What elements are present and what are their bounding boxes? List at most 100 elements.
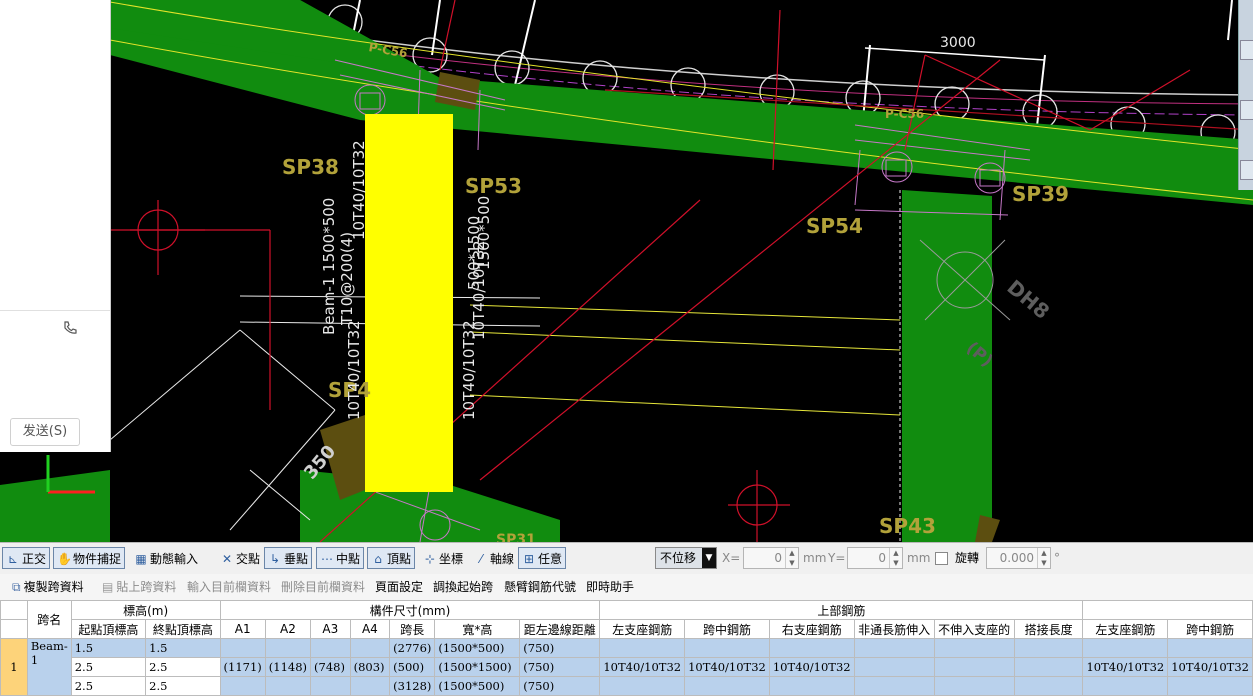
table-cell[interactable] <box>1082 676 1169 696</box>
cantilever-rebar-code-button[interactable]: 懸臂鋼筋代號 <box>504 574 576 600</box>
table-cell[interactable] <box>599 676 686 696</box>
delete-column-data-button[interactable]: 刪除目前欄資料 <box>281 574 365 600</box>
page-setup-button[interactable]: 頁面設定 <box>375 574 423 600</box>
side-tool-3[interactable] <box>1240 160 1253 180</box>
row-number-cell[interactable]: 1 <box>0 638 28 696</box>
table-cell[interactable]: 10T40/10T32 <box>684 657 770 677</box>
rotate-checkbox[interactable] <box>935 552 948 565</box>
table-cell[interactable] <box>768 638 855 658</box>
table-cell[interactable]: (1500*1500) <box>434 657 521 677</box>
elevation-header[interactable]: 標高(m) <box>70 600 221 620</box>
column-header[interactable]: 搭接長度 <box>1013 619 1084 639</box>
copy-span-data-button[interactable]: ⧉ 複製跨資料 <box>12 574 84 600</box>
table-cell[interactable] <box>264 676 312 696</box>
table-cell[interactable] <box>853 638 935 658</box>
table-cell[interactable] <box>1013 638 1084 658</box>
side-tool-2[interactable] <box>1240 100 1253 120</box>
selected-beam-highlight[interactable] <box>365 114 453 492</box>
vertex-button[interactable]: ⌂ 頂點 <box>367 547 416 569</box>
table-cell[interactable] <box>1082 638 1169 658</box>
object-snap-button[interactable]: ✋物件捕捉 <box>53 547 126 569</box>
coordinate-button[interactable]: ⊹ 坐標 <box>419 547 467 569</box>
table-cell[interactable]: (803) <box>349 657 391 677</box>
dynamic-input-button[interactable]: ▦ 動態輸入 <box>130 547 202 569</box>
column-header[interactable]: 起點頂標高 <box>70 619 147 639</box>
table-cell[interactable] <box>853 676 935 696</box>
member-size-header[interactable]: 構件尺寸(mm) <box>219 600 601 620</box>
table-cell[interactable]: 2.5 <box>145 657 221 677</box>
rotate-input[interactable]: 0.000 ▲ ▼ <box>986 547 1051 569</box>
column-header[interactable]: 寬*高 <box>434 619 521 639</box>
table-row[interactable]: 1 Beam-1 1.5 1.5 (2776) (1500*500) (750) <box>0 638 1253 696</box>
side-tool-1[interactable] <box>1240 40 1253 60</box>
table-cell[interactable] <box>1013 657 1084 677</box>
table-cell[interactable] <box>933 657 1015 677</box>
table-cell[interactable] <box>684 638 770 658</box>
x-input[interactable]: 0 ▲ ▼ <box>743 547 799 569</box>
table-cell[interactable]: (750) <box>519 638 601 658</box>
table-cell[interactable]: 10T40/10T32 <box>768 657 855 677</box>
spinner-icon[interactable]: ▲ ▼ <box>1037 548 1050 568</box>
cad-drawing-canvas[interactable]: SP38 SP53 SP54 SP39 SP43 SP4 SP31 DH8 (P… <box>0 0 1253 542</box>
phone-icon[interactable] <box>62 320 82 340</box>
orthogonal-button[interactable]: ⊾ 正交 <box>2 547 51 569</box>
table-cell[interactable]: (500) <box>389 657 436 677</box>
column-header[interactable]: 終點頂標高 <box>145 619 221 639</box>
table-cell[interactable]: 2.5 <box>70 657 147 677</box>
column-header[interactable]: 右支座鋼筋 <box>768 619 855 639</box>
column-header[interactable]: 左支座鋼筋 <box>1082 619 1169 639</box>
table-cell[interactable] <box>219 676 266 696</box>
table-cell[interactable] <box>219 638 266 658</box>
table-cell[interactable]: (748) <box>310 657 351 677</box>
top-rebar-header[interactable]: 上部鋼筋 <box>599 600 1084 620</box>
column-header[interactable]: 距左邊線距離 <box>519 619 601 639</box>
axis-button[interactable]: ⁄ 軸線 <box>470 547 518 569</box>
table-cell[interactable] <box>684 676 770 696</box>
table-cell[interactable] <box>310 676 351 696</box>
table-cell[interactable]: 1.5 <box>145 638 221 658</box>
table-cell[interactable]: 10T40/10T32 <box>599 657 686 677</box>
table-cell[interactable]: (1500*500) <box>434 676 521 696</box>
column-header[interactable]: 不伸入支座的 <box>933 619 1015 639</box>
table-row[interactable]: 2.5 2.5 (3128) (1500*500) (750) <box>1 676 1253 696</box>
spinner-icon[interactable]: ▲ ▼ <box>785 548 798 568</box>
perpendicular-button[interactable]: ↳ 垂點 <box>264 547 313 569</box>
any-point-button[interactable]: ⊞ 任意 <box>518 547 567 569</box>
table-cell[interactable]: (750) <box>519 657 601 677</box>
table-cell[interactable]: 2.5 <box>70 676 147 696</box>
table-cell[interactable] <box>1167 676 1253 696</box>
column-header[interactable]: 非通長筋伸入 <box>853 619 935 639</box>
instant-helper-button[interactable]: 即時助手 <box>586 574 634 600</box>
table-cell[interactable] <box>349 638 391 658</box>
send-button[interactable]: 发送(S) <box>10 418 80 446</box>
intersection-button[interactable]: ✕ 交點 <box>216 547 264 569</box>
table-cell[interactable] <box>933 638 1015 658</box>
column-header[interactable]: 左支座鋼筋 <box>599 619 686 639</box>
table-cell[interactable]: (1171) <box>219 657 266 677</box>
column-header[interactable]: A2 <box>264 619 312 639</box>
column-header[interactable]: 跨中鋼筋 <box>684 619 770 639</box>
table-cell[interactable]: 10T40/10T32 <box>1167 657 1253 677</box>
column-header[interactable]: A1 <box>219 619 266 639</box>
table-cell[interactable] <box>599 638 686 658</box>
table-cell[interactable] <box>310 638 351 658</box>
swap-start-span-button[interactable]: 調換起始跨 <box>433 574 493 600</box>
table-cell[interactable]: (1500*500) <box>434 638 521 658</box>
column-header[interactable]: 跨長 <box>389 619 436 639</box>
next-group-header[interactable] <box>1082 600 1253 620</box>
cad-drawing[interactable] <box>0 0 1253 542</box>
table-cell[interactable] <box>1167 638 1253 658</box>
table-cell[interactable]: 2.5 <box>145 676 221 696</box>
column-header[interactable]: 跨中鋼筋 <box>1167 619 1253 639</box>
table-row[interactable]: 2.5 2.5 (1171) (1148) (748) (803) (500) (1500*1… <box>1 657 1253 677</box>
table-cell[interactable]: (2776) <box>389 638 436 658</box>
table-cell[interactable] <box>933 676 1015 696</box>
column-header[interactable]: A4 <box>349 619 391 639</box>
table-cell[interactable]: 1.5 <box>70 638 147 658</box>
move-mode-select[interactable]: 不位移 ▼ <box>655 547 717 569</box>
table-cell[interactable] <box>264 638 312 658</box>
table-cell[interactable]: (1148) <box>264 657 312 677</box>
table-cell[interactable] <box>768 676 855 696</box>
table-cell[interactable] <box>1013 676 1084 696</box>
midpoint-button[interactable]: ⋯ 中點 <box>316 547 365 569</box>
